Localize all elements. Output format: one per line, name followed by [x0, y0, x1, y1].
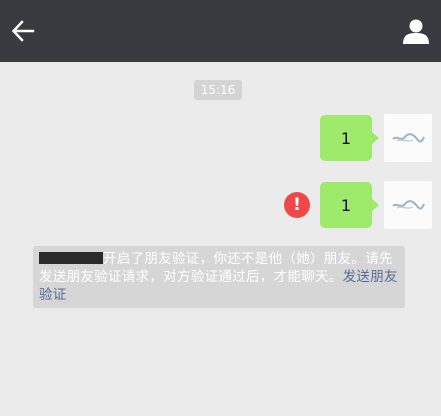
arrow-left-icon	[11, 20, 35, 42]
message-bubble[interactable]: 1	[320, 182, 379, 228]
avatar-image	[392, 200, 425, 210]
avatar[interactable]	[384, 114, 432, 162]
message-timestamp: 15:16	[194, 80, 242, 100]
avatar[interactable]	[384, 181, 432, 229]
back-button[interactable]	[8, 16, 38, 46]
message-bubble[interactable]: 1	[320, 115, 379, 161]
send-failed-icon[interactable]: !	[284, 192, 310, 218]
redacted-name	[39, 252, 103, 264]
person-icon	[403, 19, 429, 44]
profile-button[interactable]	[401, 16, 431, 46]
top-bar	[0, 0, 441, 62]
system-notice: 开启了朋友验证，你还不是他（她）朋友。请先发送朋友验证请求，对方验证通过后，才能…	[33, 246, 405, 308]
avatar-image	[392, 133, 425, 143]
